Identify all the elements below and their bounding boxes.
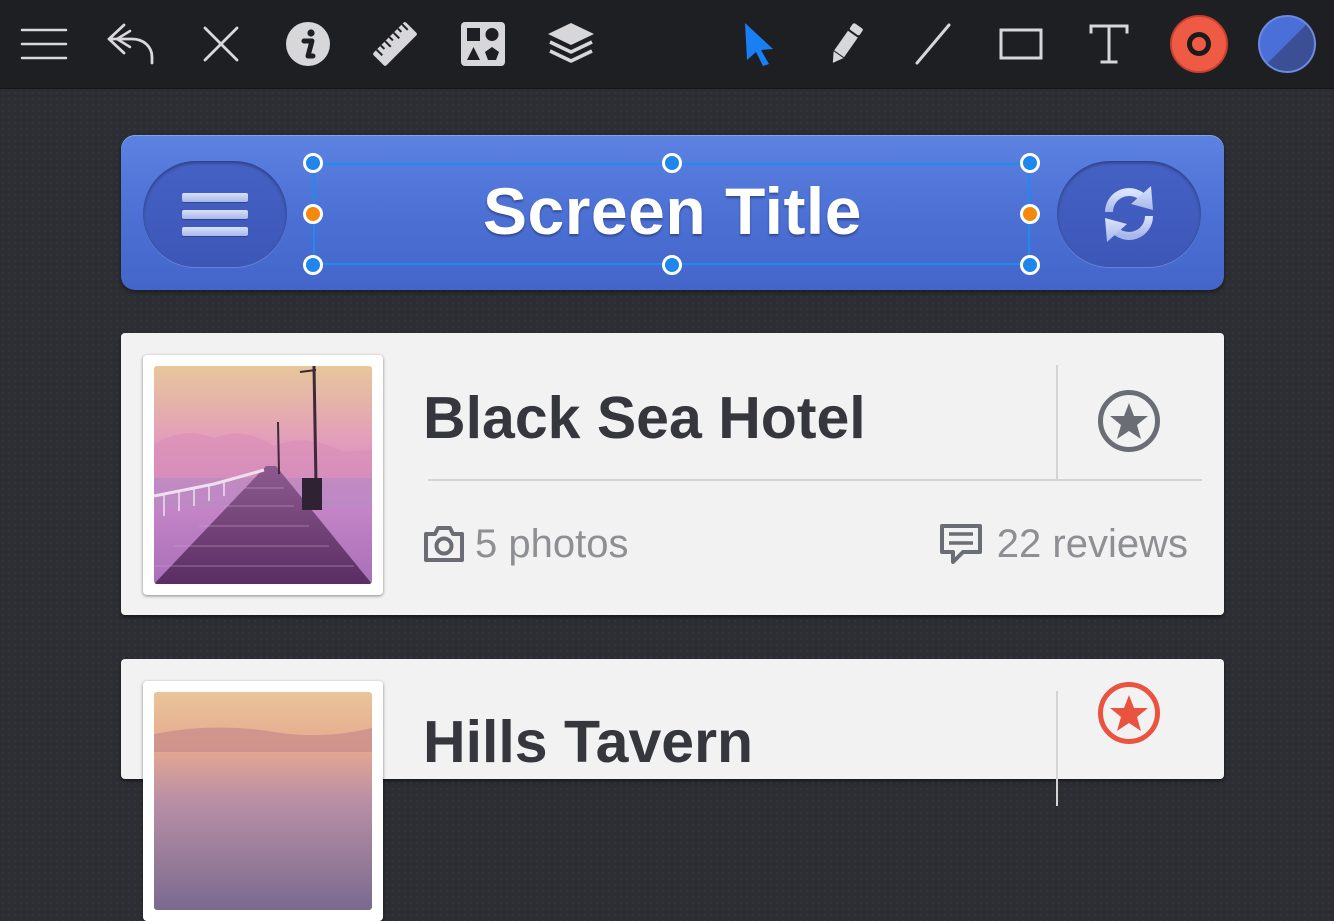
menu-icon xyxy=(20,28,68,60)
close-icon xyxy=(203,26,239,62)
stroke-color-swatch[interactable] xyxy=(1170,15,1228,73)
refresh-icon xyxy=(1105,186,1153,242)
resize-handle-right[interactable] xyxy=(1020,204,1040,224)
review-count-label: 22 reviews xyxy=(996,522,1188,566)
resize-handle-bottom-left[interactable] xyxy=(303,255,323,275)
text-tool-button[interactable] xyxy=(1079,14,1139,74)
star-icon xyxy=(1098,390,1160,452)
list-card[interactable]: Black Sea Hotel 5 photos 22 reviews xyxy=(121,333,1224,615)
horizontal-divider xyxy=(428,479,1202,481)
rectangle-icon xyxy=(999,28,1043,60)
selection-box xyxy=(313,163,1030,265)
nav-menu-button[interactable] xyxy=(143,161,287,267)
resize-handle-top[interactable] xyxy=(662,153,682,173)
card-title: Black Sea Hotel xyxy=(423,385,866,451)
select-tool-button[interactable] xyxy=(729,14,789,74)
resize-handle-bottom-right[interactable] xyxy=(1020,255,1040,275)
resize-handle-bottom[interactable] xyxy=(662,255,682,275)
review-count: 22 reviews xyxy=(939,519,1188,569)
shapes-library-icon xyxy=(461,22,505,66)
resize-handle-top-right[interactable] xyxy=(1020,153,1040,173)
fill-color-swatch[interactable] xyxy=(1258,15,1316,73)
layers-button[interactable] xyxy=(541,14,601,74)
close-button[interactable] xyxy=(191,14,251,74)
ruler-button[interactable] xyxy=(365,14,425,74)
select-arrow-icon xyxy=(745,23,773,66)
ruler-icon xyxy=(373,22,417,66)
resize-handle-top-left[interactable] xyxy=(303,153,323,173)
info-icon xyxy=(286,22,330,66)
thumbnail-frame xyxy=(143,681,383,921)
sunset-photo xyxy=(154,692,372,910)
rectangle-tool-button[interactable] xyxy=(991,14,1051,74)
star-icon xyxy=(1098,682,1160,744)
layers-icon xyxy=(548,23,594,63)
favorite-button[interactable] xyxy=(1097,389,1161,453)
undo-icon xyxy=(107,23,154,65)
mockup-navigation-bar[interactable]: Screen Title xyxy=(121,135,1224,290)
comment-icon xyxy=(939,524,982,564)
drawing-toolbar xyxy=(0,0,1334,89)
shapes-library-button[interactable] xyxy=(453,14,513,74)
pencil-icon xyxy=(832,23,863,63)
line-icon xyxy=(915,23,951,65)
vertical-divider xyxy=(1056,691,1058,806)
info-button[interactable] xyxy=(278,14,338,74)
line-tool-button[interactable] xyxy=(903,14,963,74)
menu-button[interactable] xyxy=(14,14,74,74)
thumbnail-frame xyxy=(143,355,383,595)
nav-refresh-button[interactable] xyxy=(1057,161,1201,267)
text-icon xyxy=(1089,24,1129,64)
card-title: Hills Tavern xyxy=(423,709,754,775)
camera-icon xyxy=(424,526,464,562)
pier-photo xyxy=(154,366,372,584)
undo-button[interactable] xyxy=(100,14,160,74)
hamburger-icon xyxy=(182,185,248,244)
photo-count: 5 photos xyxy=(423,519,628,569)
pencil-tool-button[interactable] xyxy=(816,14,876,74)
vertical-divider xyxy=(1056,365,1058,480)
resize-handle-left[interactable] xyxy=(303,204,323,224)
favorite-button[interactable] xyxy=(1097,681,1161,745)
photo-count-label: 5 photos xyxy=(475,522,629,566)
list-card[interactable]: Hills Tavern xyxy=(121,659,1224,921)
